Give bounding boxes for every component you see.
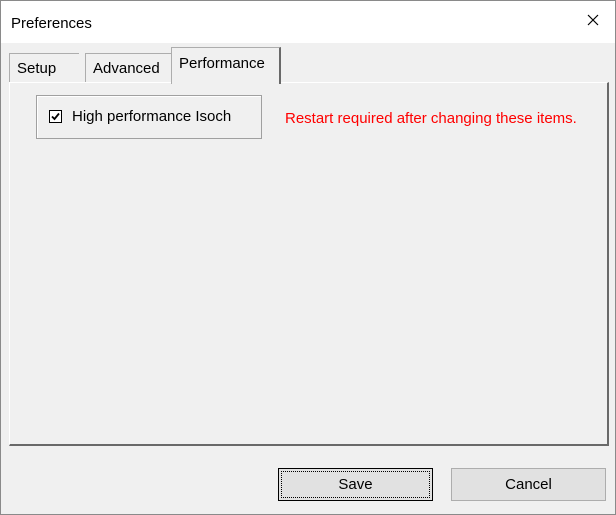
checkbox-label: High performance Isoch (72, 108, 232, 125)
tab-performance[interactable]: Performance (171, 47, 281, 84)
performance-panel: High performance Isoch Restart required … (9, 82, 609, 446)
cancel-button[interactable]: Cancel (451, 468, 606, 501)
tab-setup-label: Setup (17, 60, 57, 77)
close-button[interactable] (571, 1, 615, 43)
window-title: Preferences (11, 15, 92, 32)
restart-required-note: Restart required after changing these it… (285, 110, 577, 127)
preferences-dialog: Preferences Setup Advanced Performance H… (0, 0, 616, 515)
isoch-groupbox: High performance Isoch (36, 95, 262, 139)
tab-performance-label: Performance (179, 55, 265, 72)
close-icon (587, 13, 599, 31)
checkbox-box[interactable] (49, 110, 62, 123)
high-performance-isoch-checkbox[interactable]: High performance Isoch (49, 108, 231, 125)
save-button[interactable]: Save (278, 468, 433, 501)
title-bar: Preferences (1, 1, 615, 43)
tab-advanced[interactable]: Advanced (85, 53, 171, 83)
tab-advanced-label: Advanced (93, 60, 160, 77)
tab-setup[interactable]: Setup (9, 53, 79, 83)
checkmark-icon (51, 112, 60, 121)
